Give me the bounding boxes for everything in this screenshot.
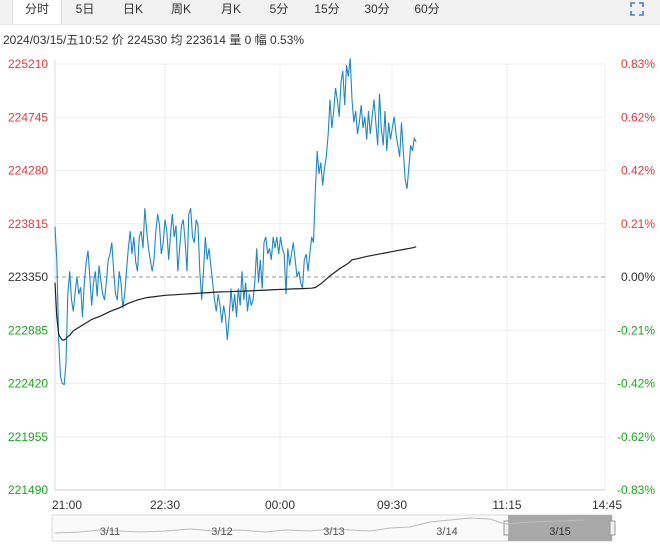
y-pct-label: -0.21% bbox=[617, 323, 655, 337]
x-tick-label: 11:15 bbox=[492, 498, 521, 512]
navigator-date-label: 3/11 bbox=[100, 526, 121, 538]
navigator-handle-right[interactable] bbox=[609, 520, 616, 536]
intraday-chart: 225210 0.83% 224745 0.62% 224280 0.42% 223815 0… bbox=[8, 57, 655, 542]
y-tick-label: 224280 bbox=[8, 164, 48, 178]
price-line bbox=[54, 58, 417, 386]
x-tick-label: 22:30 bbox=[150, 498, 180, 512]
y-pct-label: 0.62% bbox=[621, 110, 655, 124]
x-tick-label: 00:00 bbox=[265, 498, 295, 512]
y-pct-label: -0.83% bbox=[617, 483, 655, 497]
navigator-date-label: 3/12 bbox=[211, 526, 232, 538]
y-pct-label: -0.42% bbox=[617, 377, 655, 391]
y-tick-label: 223815 bbox=[8, 217, 48, 231]
y-tick-label: 221955 bbox=[8, 430, 48, 444]
y-pct-label: -0.62% bbox=[617, 430, 655, 444]
navigator-handle-left[interactable] bbox=[503, 520, 510, 536]
navigator-date-label: 3/14 bbox=[436, 526, 457, 538]
x-tick-label: 09:30 bbox=[377, 498, 407, 512]
y-tick-label: 224745 bbox=[8, 110, 48, 124]
y-pct-label: 0.21% bbox=[621, 217, 655, 231]
y-tick-label: 223350 bbox=[8, 270, 48, 284]
y-tick-label: 221490 bbox=[8, 483, 48, 497]
y-pct-label: 0.42% bbox=[621, 164, 655, 178]
y-tick-label: 222420 bbox=[8, 377, 48, 391]
x-tick-label: 14:45 bbox=[592, 498, 622, 512]
navigator-date-label: 3/15 bbox=[549, 526, 570, 538]
y-tick-label: 222885 bbox=[8, 323, 48, 337]
y-tick-label: 225210 bbox=[8, 57, 48, 71]
y-pct-label: 0.00% bbox=[621, 270, 655, 284]
navigator-date-label: 3/13 bbox=[323, 526, 344, 538]
x-tick-label: 21:00 bbox=[52, 498, 82, 512]
y-pct-label: 0.83% bbox=[621, 57, 655, 71]
avg-line bbox=[54, 246, 417, 341]
